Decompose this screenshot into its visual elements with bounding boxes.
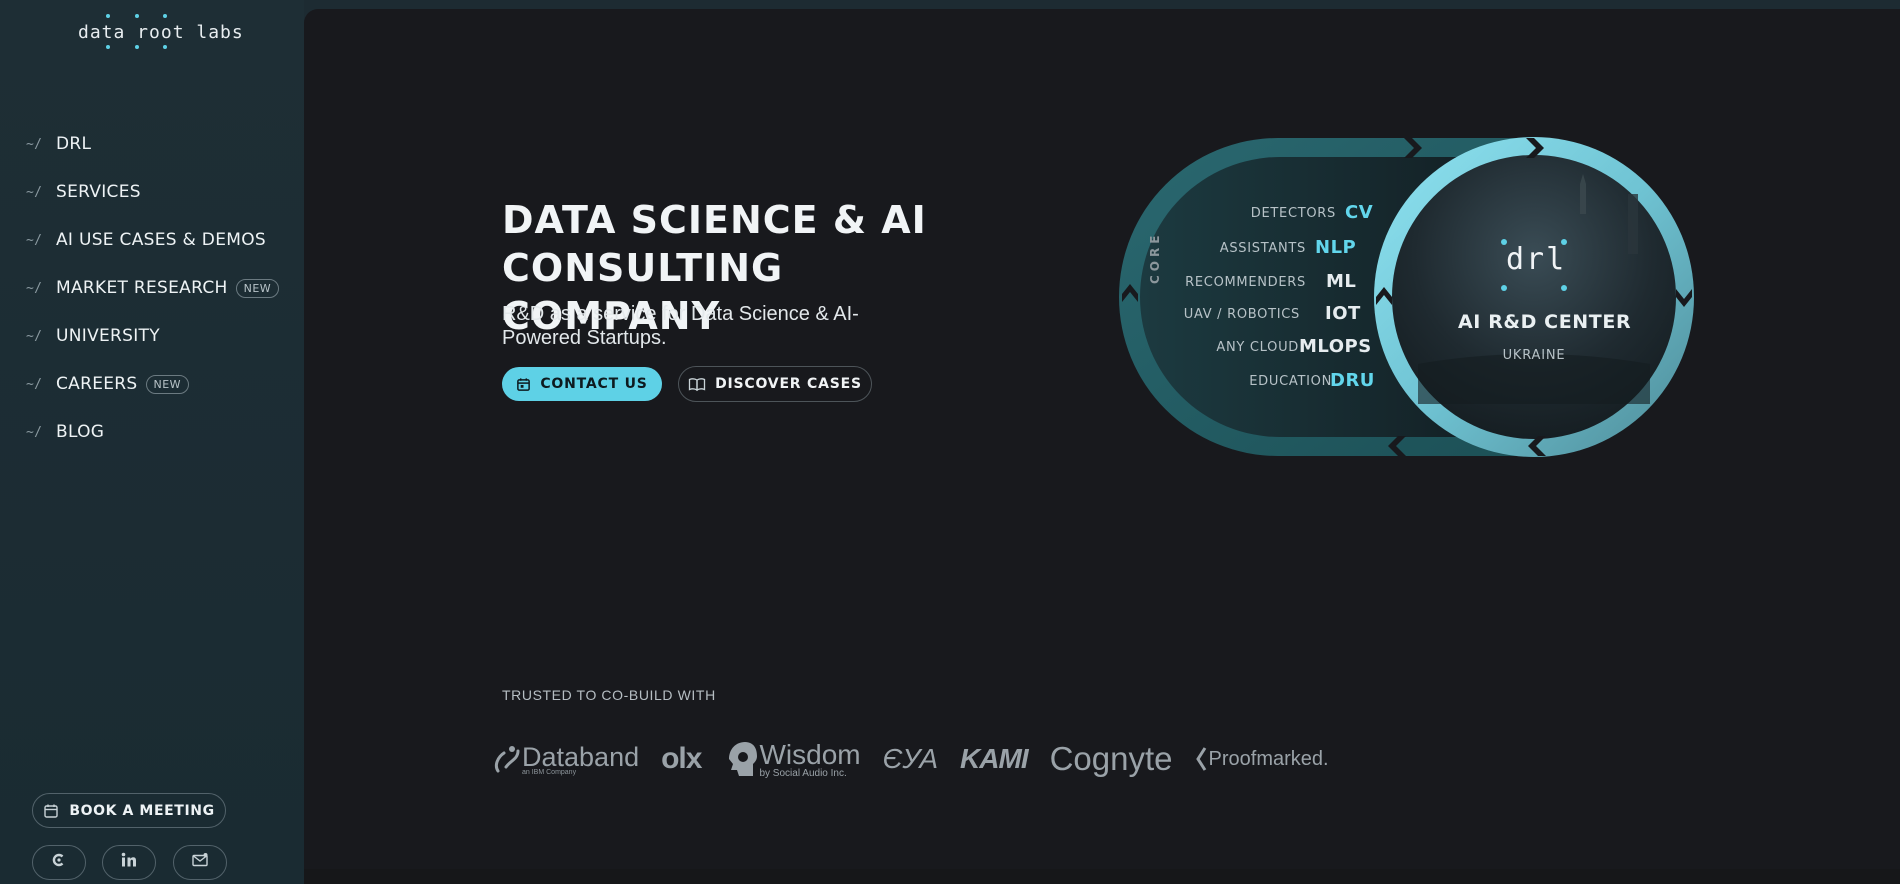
nav-arrow-icon: ~/ [26, 328, 43, 344]
sidebar-item-label: MARKET RESEARCH [56, 278, 228, 298]
kami-logo: KAMI [960, 743, 1029, 775]
eua-logo: ЄУА [883, 743, 938, 775]
clutch-link[interactable] [32, 845, 86, 880]
sidebar-item-drl[interactable]: ~/ DRL [26, 120, 279, 168]
wisdom-logo: Wisdom by Social Audio Inc. [723, 739, 861, 779]
diagram-row-code: MLOPS [1299, 336, 1372, 357]
sidebar-item-careers[interactable]: ~/ CAREERS NEW [26, 360, 279, 408]
diagram-row-code: ML [1326, 271, 1357, 292]
client-logos: Databand an IBM Company olx Wisdom by So… [492, 738, 1351, 780]
nav-arrow-icon: ~/ [26, 232, 43, 248]
diagram-row-label: ASSISTANTS [1219, 241, 1306, 256]
proofmarked-logo: Proofmarked. [1195, 746, 1329, 772]
olx-name: olx [661, 742, 702, 775]
nav-arrow-icon: ~/ [26, 136, 43, 152]
center-title: AI R&D CENTER [1458, 311, 1632, 333]
cognyte-name: Cognyte [1049, 740, 1173, 777]
logo-dot [135, 14, 139, 18]
eua-name: ЄУА [882, 743, 939, 774]
calendar-icon [44, 804, 59, 818]
diagram-row-label: EDUCATION [1249, 374, 1332, 389]
linkedin-link[interactable] [102, 845, 156, 880]
discover-cases-button[interactable]: DISCOVER CASES [678, 366, 872, 402]
databand-logo: Databand an IBM Company [492, 741, 639, 777]
sidebar-nav: ~/ DRL ~/ SERVICES ~/ AI USE CASES & DEM… [26, 120, 280, 456]
email-link[interactable] [173, 845, 227, 880]
sidebar-item-label: SERVICES [56, 182, 141, 202]
logo-dot [106, 14, 110, 18]
wisdom-head-icon [729, 742, 758, 776]
sidebar-item-label: BLOG [56, 422, 105, 442]
databand-mark-icon [494, 746, 520, 773]
wisdom-sub: by Social Audio Inc. [759, 768, 847, 779]
sidebar-item-label: UNIVERSITY [56, 326, 160, 346]
brand-logo-text: data root labs [78, 22, 244, 43]
sidebar-item-ai-use-cases[interactable]: ~/ AI USE CASES & DEMOS [26, 216, 279, 264]
services-diagram: CORE DETECTORS CV ASSISTANTS NLP RECOMME… [1118, 134, 1698, 460]
diagram-rings [1119, 137, 1694, 457]
diagram-row-code: IOT [1325, 303, 1361, 324]
book-meeting-button[interactable]: BOOK A MEETING [32, 793, 226, 828]
new-badge: NEW [235, 278, 280, 298]
sidebar-item-university[interactable]: ~/ UNIVERSITY [26, 312, 279, 360]
nav-arrow-icon: ~/ [26, 424, 43, 440]
proofmarked-name: Proofmarked. [1208, 747, 1329, 770]
email-icon [191, 851, 209, 874]
hero-subtitle: R&D as a service for Data Science & AI-P… [502, 303, 859, 349]
hero-title-line: DATA SCIENCE & AI [502, 198, 927, 242]
logo-dot [163, 14, 167, 18]
diagram-row-code: CV [1345, 202, 1374, 223]
databand-name: Databand [522, 742, 640, 772]
calendar-icon [517, 377, 531, 391]
sidebar-item-label: AI USE CASES & DEMOS [56, 230, 266, 250]
linkedin-icon [120, 851, 138, 874]
sidebar-item-label: DRL [56, 134, 92, 154]
brand-logo[interactable]: data root labs [78, 14, 244, 49]
main-bottom-strip [304, 869, 1900, 884]
diagram-row-label: RECOMMENDERS [1185, 275, 1306, 290]
sidebar-item-market-research[interactable]: ~/ MARKET RESEARCH NEW [26, 264, 280, 312]
cognyte-logo: Cognyte [1050, 740, 1173, 778]
sidebar-item-services[interactable]: ~/ SERVICES [26, 168, 279, 216]
sidebar: data root labs ~/ DRL ~/ SERVICES ~/ AI … [0, 0, 304, 884]
wisdom-name: Wisdom [759, 739, 861, 770]
contact-us-label: CONTACT US [540, 376, 648, 392]
diagram-row-label: ANY CLOUD [1216, 340, 1299, 355]
sidebar-item-blog[interactable]: ~/ BLOG [26, 408, 279, 456]
trusted-heading: TRUSTED TO CO-BUILD WITH [502, 687, 716, 703]
kami-name: KAMI [960, 743, 1029, 774]
diagram-row-code: NLP [1315, 237, 1357, 258]
clutch-icon [50, 851, 68, 874]
logo-dot [106, 45, 110, 49]
logo-dot [135, 45, 139, 49]
olx-logo: olx [661, 742, 702, 776]
new-badge: NEW [145, 374, 190, 394]
proofmarked-mark-icon [1195, 747, 1206, 771]
book-icon [688, 377, 706, 391]
nav-arrow-icon: ~/ [26, 376, 43, 392]
nav-arrow-icon: ~/ [26, 184, 43, 200]
diagram-row-label: DETECTORS [1250, 206, 1336, 221]
center-subtitle: UKRAINE [1502, 348, 1566, 363]
sidebar-item-label: CAREERS [56, 374, 138, 394]
diagram-row-label: UAV / ROBOTICS [1183, 307, 1300, 322]
contact-us-button[interactable]: CONTACT US [502, 367, 662, 401]
logo-dot [163, 45, 167, 49]
diagram-row-code: DRU [1330, 370, 1375, 391]
center-logo: drl [1506, 242, 1567, 277]
book-meeting-label: BOOK A MEETING [69, 802, 215, 819]
discover-cases-label: DISCOVER CASES [715, 376, 862, 392]
nav-arrow-icon: ~/ [26, 280, 43, 296]
core-label: CORE [1148, 231, 1162, 284]
